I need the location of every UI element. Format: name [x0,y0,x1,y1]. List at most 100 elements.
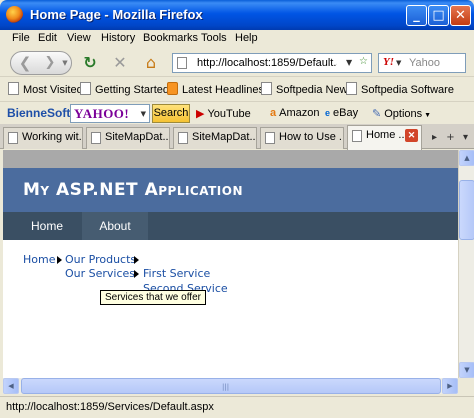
nav-home[interactable]: Home [12,212,82,240]
tree-node-our-services[interactable]: Our Services [65,267,135,280]
bookmark-softpedia-news[interactable]: Softpedia News [261,82,353,96]
toolbar-item-label: Amazon [279,107,320,119]
pencil-icon: ✎ [372,108,382,120]
url-bar[interactable]: http://localhost:1859/Default.asp ▼ ☆ [172,53,372,73]
bookmark-label: Most Visited [23,84,83,96]
menu-bookmarks[interactable]: Bookmarks [143,32,198,44]
yahoo-search-field[interactable]: YAHOO! ▼ [70,104,150,123]
menu-tools[interactable]: Tools [201,32,227,44]
bookmark-label: Softpedia News [276,84,354,96]
search-bar[interactable]: Y! ▼ Yahoo [378,53,466,73]
toolbar-item-label: YouTube [207,108,251,120]
tab-sitemapdata-1[interactable]: SiteMapDat... [86,127,170,149]
close-window-button[interactable]: ✕ [450,5,471,26]
tab-working-with[interactable]: Working wit... [3,127,83,149]
tree-node-first-service[interactable]: First Service [143,267,210,280]
vertical-scrollbar[interactable]: ▲ ▼ [458,150,474,378]
vertical-scroll-thumb[interactable] [459,180,474,240]
stop-icon[interactable]: ✕ [110,54,130,72]
menu-help[interactable]: Help [235,32,258,44]
amazon-icon: a [270,107,277,119]
page-icon [80,82,91,95]
url-dropdown-icon[interactable]: ▼ [346,58,352,67]
menu-file[interactable]: File [12,32,30,44]
toolbar-ebay[interactable]: e eBay [325,107,358,119]
tab-list-icon[interactable]: ▾ [458,129,473,146]
tab-label: SiteMapDat... [192,131,257,143]
bookmark-most-visited[interactable]: Most Visited [8,82,83,96]
history-dropdown-icon[interactable]: ▼ [60,53,70,73]
menu-history[interactable]: History [101,32,135,44]
tab-sitemapdata-2[interactable]: SiteMapDat... [173,127,257,149]
yahoo-toolbar: BienneSoft YAHOO! ▼ Search ▶ YouTube a Ama… [0,101,474,124]
maximize-icon: □ [432,8,445,23]
expand-arrow-icon [57,256,62,264]
tooltip: Services that we offer [100,290,206,305]
tab-label: Working wit... [22,131,83,143]
bookmark-softpedia-software[interactable]: Softpedia Software [346,82,454,96]
scroll-left-icon[interactable]: ◀ [3,378,19,394]
forward-icon[interactable]: ❯ [43,53,57,73]
home-icon[interactable]: ⌂ [141,54,161,72]
scroll-up-icon[interactable]: ▲ [459,150,474,166]
bookmark-star-icon[interactable]: ☆ [359,56,371,70]
bookmark-getting-started[interactable]: Getting Started [80,82,169,96]
horizontal-scroll-thumb[interactable]: ||| [21,378,441,394]
page-icon [177,57,187,69]
expand-arrow-icon [134,256,139,264]
close-tab-icon[interactable]: ✕ [405,129,418,142]
tab-bar: Working wit... SiteMapDat... SiteMapDat.… [0,124,474,150]
page-viewport: My ASP.NET Application Home About Home O… [3,150,458,394]
page-icon [8,82,19,95]
bookmarks-toolbar: Most Visited Getting Started Latest Head… [0,78,474,100]
tab-how-to-use[interactable]: How to Use ... [260,127,344,149]
maximize-button[interactable]: □ [428,5,449,26]
toolbar-item-label: Options [384,108,423,120]
close-icon: ✕ [455,8,466,23]
nav-about[interactable]: About [82,212,148,240]
yahoo-search-button[interactable]: Search [152,104,190,123]
toolbar-item-label: eBay [333,107,359,119]
firefox-icon [6,6,23,23]
dropdown-icon[interactable]: ▼ [141,110,146,118]
page-icon [352,130,362,142]
yahoo-engine-icon[interactable]: Y! [383,56,394,68]
expand-arrow-icon [134,270,139,278]
back-forward-group: ❮ ❯ ▼ [10,51,72,75]
app-title: My ASP.NET Application [23,180,243,200]
scroll-down-icon[interactable]: ▼ [459,362,474,378]
window-titlebar: Home Page - Mozilla Firefox _ □ ✕ [0,0,474,30]
tab-scroll-right-icon[interactable]: ▸ [427,129,442,146]
engine-dropdown-icon[interactable]: ▼ [396,59,401,67]
horizontal-scrollbar[interactable]: ◀ ||| ▶ [3,378,458,394]
new-tab-icon[interactable]: + [443,129,458,146]
menu-view[interactable]: View [67,32,91,44]
tree-node-home[interactable]: Home [23,253,55,266]
toolbar-amazon[interactable]: a Amazon [270,107,319,119]
back-icon[interactable]: ❮ [14,53,36,73]
dropdown-icon: ▼ [424,112,432,119]
scroll-right-icon[interactable]: ▶ [442,378,458,394]
tab-label: How to Use ... [279,131,344,143]
tab-home-page[interactable]: Home ... ✕ [347,125,422,150]
reload-icon[interactable]: ↻ [80,54,100,72]
page-icon [346,82,357,95]
yahoo-logo-icon: YAHOO! [74,106,130,121]
minimize-icon: _ [413,8,420,23]
site-menu: Home About [3,212,458,240]
youtube-icon: ▶ [196,108,205,120]
page-icon [265,132,275,144]
page-icon [8,132,18,144]
page-icon [261,82,272,95]
rss-icon [167,82,178,95]
minimize-button[interactable]: _ [406,5,427,26]
search-placeholder[interactable]: Yahoo [409,57,440,69]
ebay-icon: e [325,108,331,118]
toolbar-youtube[interactable]: ▶ YouTube [196,107,251,120]
menu-edit[interactable]: Edit [38,32,57,44]
tree-node-our-products[interactable]: Our Products [65,253,136,266]
bookmark-latest-headlines[interactable]: Latest Headlines [167,82,264,96]
toolbar-brand[interactable]: BienneSoft [7,106,70,120]
url-text[interactable]: http://localhost:1859/Default.asp [197,57,337,69]
toolbar-options[interactable]: ✎ Options ▼ [372,107,431,120]
